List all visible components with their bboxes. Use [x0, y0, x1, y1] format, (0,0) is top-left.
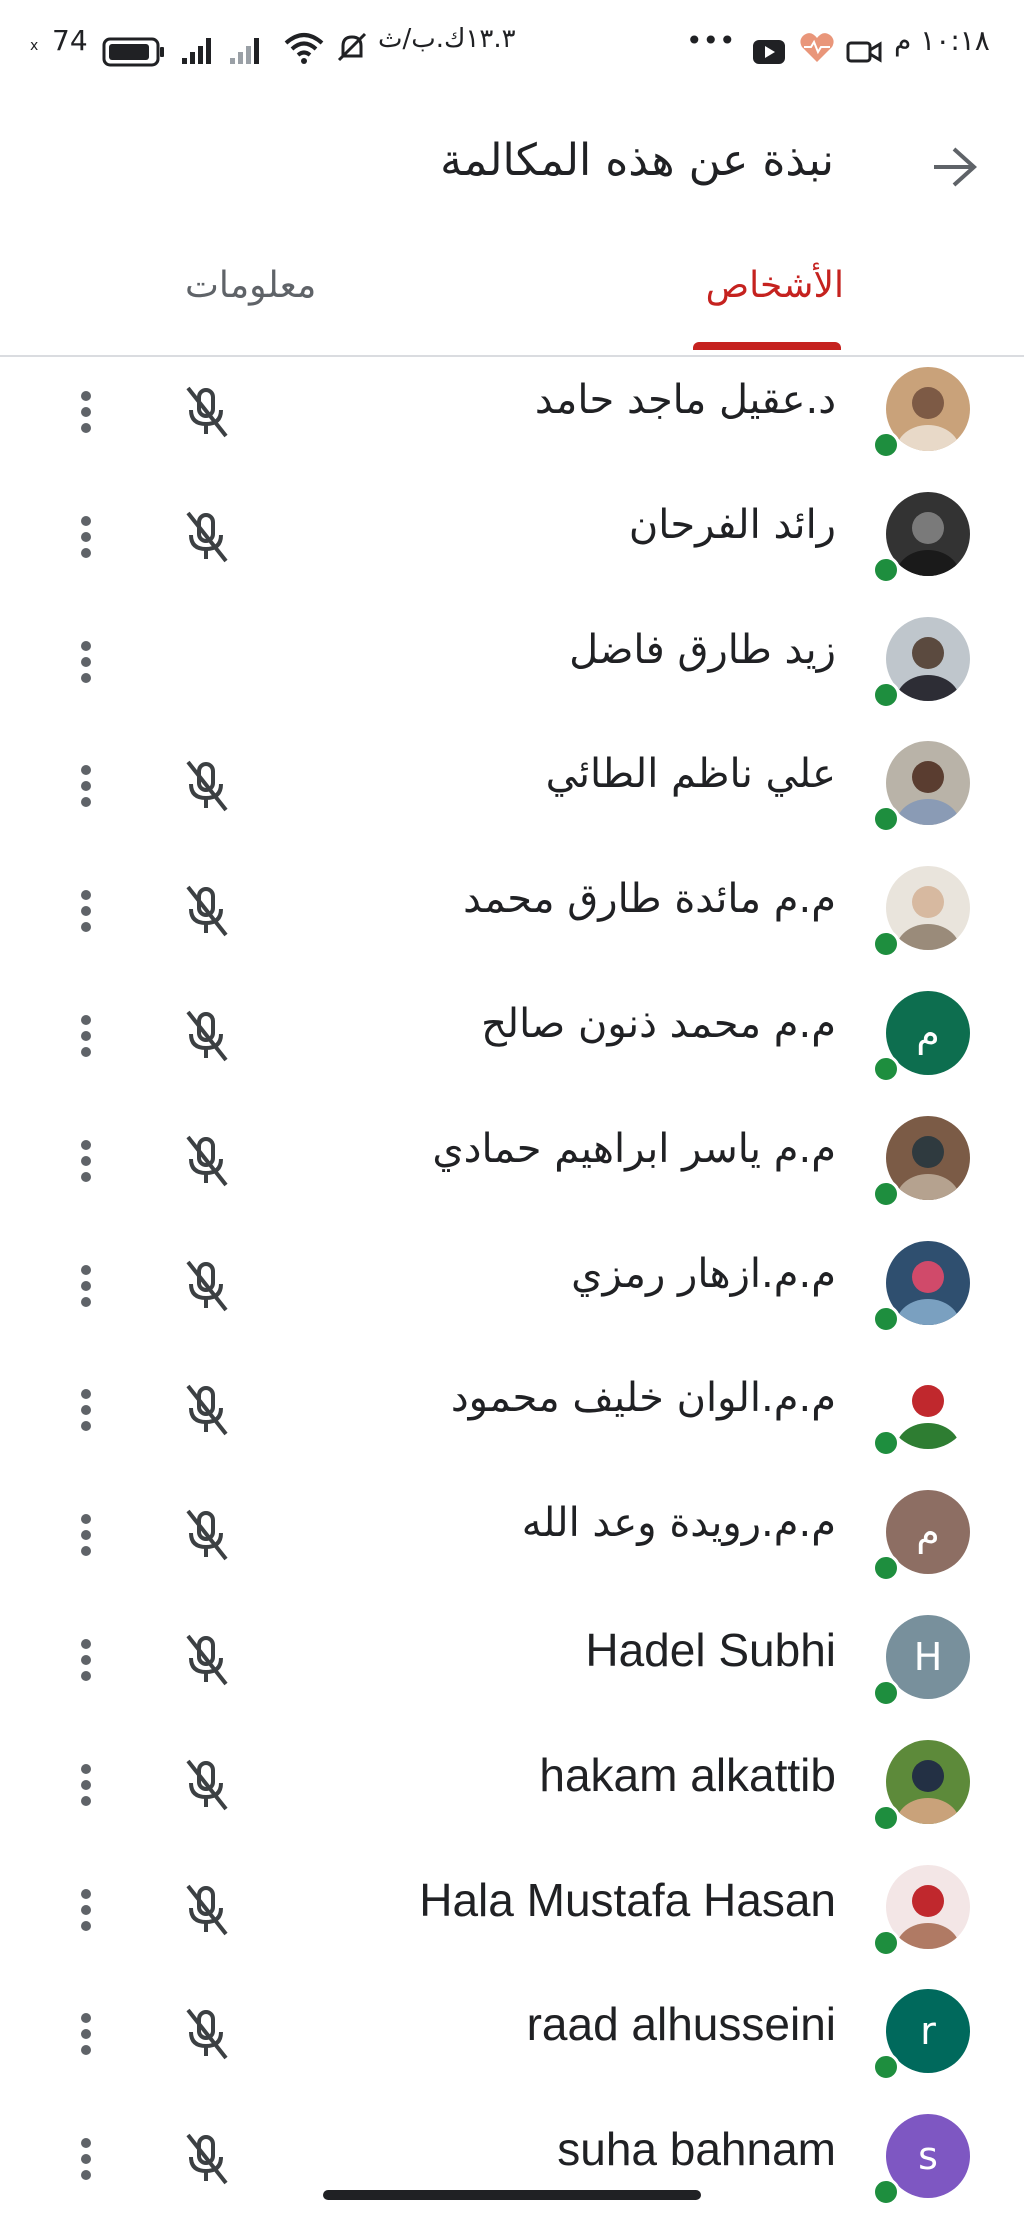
- more-options-icon[interactable]: [66, 1505, 106, 1565]
- more-notifications: •••: [686, 24, 736, 57]
- participant-row[interactable]: م.م مائدة طارق محمد: [0, 856, 1024, 981]
- youtube-icon: [753, 40, 785, 64]
- participant-name: raad alhusseini: [526, 1998, 836, 2051]
- more-options-icon[interactable]: [66, 756, 106, 816]
- participant-name: Hala Mustafa Hasan: [419, 1873, 836, 1926]
- participant-row[interactable]: م.م ياسر ابراهيم حمادي: [0, 1106, 1024, 1231]
- mic-off-icon: [186, 1260, 228, 1311]
- presence-indicator: [872, 1803, 900, 1832]
- participant-row[interactable]: م.م.ازهار رمزي: [0, 1231, 1024, 1356]
- participant-row[interactable]: H Hadel Subhi: [0, 1605, 1024, 1730]
- mic-off-icon: [186, 1385, 228, 1436]
- notifications-off-icon: [337, 32, 367, 62]
- participant-list[interactable]: د.عقيل ماجد حامد رائد الفرحان زيد طارق فاض…: [0, 357, 1024, 2218]
- participant-name: د.عقيل ماجد حامد: [534, 377, 836, 423]
- participant-name: hakam alkattib: [539, 1748, 836, 1801]
- mic-off-icon: [186, 511, 228, 563]
- participant-row[interactable]: hakam alkattib: [0, 1730, 1024, 1855]
- video-call-icon: [846, 41, 882, 63]
- battery-percent: 74: [52, 24, 88, 57]
- presence-indicator: [872, 555, 900, 584]
- participant-name: م.م.رويدة وعد الله: [521, 1500, 836, 1547]
- status-bar: x 74 ١٣.٣ك.ب/ث ••• ١٠:١٨ م: [0, 0, 1024, 90]
- wifi-icon: [284, 33, 324, 64]
- mic-off-icon: [186, 386, 228, 438]
- mic-off-icon: [186, 1634, 228, 1686]
- participant-row[interactable]: علي ناظم الطائي: [0, 731, 1024, 856]
- presence-indicator: [872, 431, 900, 459]
- presence-indicator: [872, 2053, 900, 2082]
- participant-name: suha bahnam: [557, 2123, 836, 2176]
- page-title: نبذة عن هذه المكالمة: [440, 135, 834, 186]
- active-tab-indicator: [693, 342, 841, 350]
- mic-off-icon: [186, 1010, 228, 1062]
- battery-icon: [102, 37, 164, 67]
- signal-icon-2: [230, 38, 259, 64]
- mic-off-icon: [186, 1759, 228, 1811]
- mic-off-icon: [186, 885, 228, 937]
- participant-row[interactable]: s suha bahnam: [0, 2104, 1024, 2218]
- participant-row[interactable]: r raad alhusseini: [0, 1979, 1024, 2104]
- screen: x 74 ١٣.٣ك.ب/ث ••• ١٠:١٨ م نبذة عن هذه ا…: [0, 0, 1024, 2218]
- mic-off-icon: [186, 761, 228, 812]
- more-options-icon[interactable]: [66, 1256, 106, 1316]
- participant-row[interactable]: Hala Mustafa Hasan: [0, 1855, 1024, 1980]
- presence-indicator: [872, 1304, 900, 1333]
- health-heart-icon: [800, 33, 834, 62]
- more-options-icon[interactable]: [66, 1755, 106, 1815]
- participant-name: م.م ياسر ابراهيم حمادي: [432, 1125, 836, 1172]
- participant-name: م.م محمد ذنون صالح: [481, 1000, 836, 1047]
- participant-name: Hadel Subhi: [585, 1623, 836, 1676]
- participant-row[interactable]: زيد طارق فاضل: [0, 607, 1024, 732]
- participant-row[interactable]: م.م.الوان خليف محمود: [0, 1355, 1024, 1480]
- participant-row[interactable]: م م.م.رويدة وعد الله: [0, 1480, 1024, 1605]
- participant-name: م.م.الوان خليف محمود: [450, 1375, 836, 1422]
- clock: ١٠:١٨ م: [894, 24, 990, 57]
- participant-name: م.م.ازهار رمزي: [571, 1250, 836, 1297]
- tab-people[interactable]: الأشخاص: [706, 265, 844, 306]
- participant-row[interactable]: رائد الفرحان: [0, 482, 1024, 607]
- more-options-icon[interactable]: [66, 632, 106, 692]
- gesture-navigation-bar[interactable]: [323, 2190, 701, 2200]
- presence-indicator: [872, 1179, 900, 1208]
- presence-indicator: [872, 680, 900, 709]
- presence-indicator: [872, 2178, 900, 2207]
- mic-off-icon: [186, 1135, 228, 1187]
- more-options-icon[interactable]: [66, 382, 106, 442]
- participant-name: رائد الفرحان: [628, 501, 836, 548]
- more-options-icon[interactable]: [66, 1630, 106, 1690]
- presence-indicator: [872, 1429, 900, 1458]
- battery-suffix: x: [30, 38, 39, 54]
- more-options-icon[interactable]: [66, 1006, 106, 1066]
- more-options-icon[interactable]: [66, 507, 106, 567]
- participant-row[interactable]: م م.م محمد ذنون صالح: [0, 981, 1024, 1106]
- more-options-icon[interactable]: [66, 1380, 106, 1440]
- presence-indicator: [872, 1554, 900, 1583]
- mic-off-icon: [186, 1884, 228, 1935]
- mic-off-icon: [186, 1509, 228, 1561]
- presence-indicator: [872, 1678, 900, 1707]
- more-options-icon[interactable]: [66, 1880, 106, 1940]
- tab-info[interactable]: معلومات: [185, 265, 316, 306]
- back-arrow-icon[interactable]: [924, 137, 984, 197]
- participant-name: م.م مائدة طارق محمد: [463, 876, 836, 923]
- more-options-icon[interactable]: [66, 1131, 106, 1191]
- participant-name: زيد طارق فاضل: [569, 626, 836, 673]
- presence-indicator: [872, 805, 900, 834]
- signal-icon: [182, 38, 211, 64]
- presence-indicator: [872, 930, 900, 959]
- mic-off-icon: [186, 2133, 228, 2185]
- mic-off-icon: [186, 2009, 228, 2060]
- presence-indicator: [872, 1054, 900, 1083]
- participant-row[interactable]: د.عقيل ماجد حامد: [0, 357, 1024, 482]
- more-options-icon[interactable]: [66, 881, 106, 941]
- more-options-icon[interactable]: [66, 2004, 106, 2064]
- participant-name: علي ناظم الطائي: [545, 751, 836, 798]
- presence-indicator: [872, 1928, 900, 1957]
- more-options-icon[interactable]: [66, 2129, 106, 2189]
- app-header: نبذة عن هذه المكالمة: [0, 95, 1024, 235]
- tab-bar: الأشخاص معلومات: [0, 245, 1024, 357]
- network-speed: ١٣.٣ك.ب/ث: [378, 24, 516, 54]
